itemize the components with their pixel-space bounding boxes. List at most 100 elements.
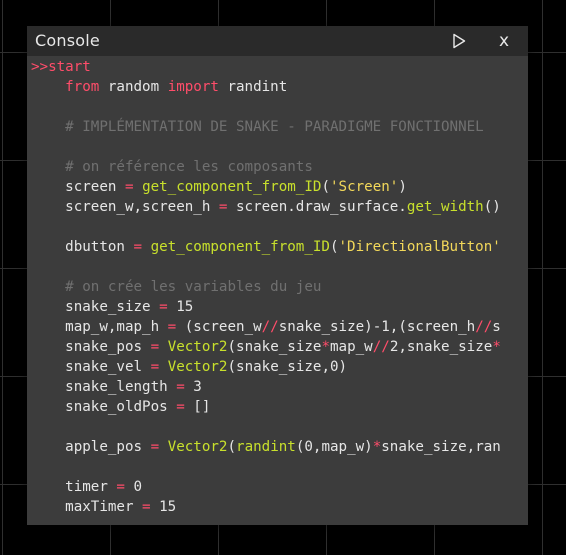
code-token: 3	[184, 379, 202, 395]
code-token: screen_w,screen_h	[31, 199, 219, 215]
play-icon	[453, 33, 466, 49]
code-token: (screen_w	[176, 319, 262, 335]
console-title: Console	[35, 31, 100, 50]
code-token: map_w	[330, 339, 373, 355]
code-line: screen_w,screen_h = screen.draw_surface.…	[27, 197, 528, 217]
code-token: import	[167, 79, 219, 95]
code-line: snake_length = 3	[27, 377, 528, 397]
code-token: Vector2	[167, 339, 228, 355]
code-token: =	[133, 239, 143, 255]
code-token: 'DirectionalButton'	[338, 239, 501, 255]
code-line: apple_pos = Vector2(randint(0,map_w)*sna…	[27, 437, 528, 457]
code-token: *	[372, 439, 382, 455]
code-token: =	[124, 179, 134, 195]
code-token: >>start	[31, 59, 91, 75]
run-button[interactable]	[450, 32, 468, 50]
code-token: # IMPLÉMENTATION DE SNAKE - PARADIGME FO…	[65, 119, 484, 135]
code-token: from	[65, 79, 100, 95]
code-token: Vector2	[167, 439, 228, 455]
code-line: snake_oldPos = []	[27, 397, 528, 417]
canvas-background: Console x >>start from random import ran…	[0, 0, 566, 555]
code-line: from random import randint	[27, 77, 528, 97]
code-token: randint	[218, 79, 288, 95]
code-line: # on référence les composants	[27, 157, 528, 177]
code-token: 15	[167, 299, 194, 315]
code-token: =	[176, 379, 185, 395]
code-token: )	[398, 179, 407, 195]
code-token: screen.draw_surface.	[227, 199, 407, 215]
code-line: snake_pos = Vector2(snake_size*map_w//2,…	[27, 337, 528, 357]
code-token: 'Screen'	[329, 179, 399, 195]
code-token: =	[142, 499, 151, 515]
console-window[interactable]: Console x >>start from random import ran…	[27, 26, 528, 525]
close-icon: x	[498, 31, 510, 51]
code-token: 2,snake_size	[389, 339, 493, 355]
code-token: //	[261, 319, 279, 335]
code-token: =	[150, 359, 160, 375]
code-token: //	[475, 319, 493, 335]
code-token: random	[99, 79, 168, 95]
code-line: snake_size = 15	[27, 297, 528, 317]
code-line: dbutton = get_component_from_ID('Directi…	[27, 237, 528, 257]
code-token: snake_vel	[31, 359, 151, 375]
code-line: maxTimer = 15	[27, 497, 528, 517]
code-token: # on crée les variables du jeu	[65, 279, 322, 295]
code-line: timer = 0	[27, 477, 528, 497]
code-token: snake_size	[31, 299, 160, 315]
code-token: (	[321, 179, 330, 195]
code-token: apple_pos	[31, 439, 151, 455]
code-token: snake_size)-1,(screen_h	[278, 319, 476, 335]
code-token: 15	[150, 499, 177, 515]
code-line: screen = get_component_from_ID('Screen')	[27, 177, 528, 197]
code-token: //	[372, 339, 390, 355]
code-token: get_component_from_ID	[150, 239, 330, 255]
code-token: =	[159, 299, 168, 315]
code-token: randint	[236, 439, 296, 455]
code-token: (0,map_w)	[295, 439, 373, 455]
code-token: *	[492, 339, 501, 355]
code-line: >>start	[27, 57, 528, 77]
close-button[interactable]: x	[494, 29, 514, 53]
code-token: get_width	[406, 199, 484, 215]
code-token: s	[492, 319, 501, 335]
code-line: # on crée les variables du jeu	[27, 277, 528, 297]
code-token: get_component_from_ID	[142, 179, 322, 195]
code-token: snake_oldPos	[31, 399, 177, 415]
code-token: =	[176, 399, 185, 415]
code-token: snake_pos	[31, 339, 151, 355]
code-token: screen	[31, 179, 125, 195]
code-line: # IMPLÉMENTATION DE SNAKE - PARADIGME FO…	[27, 117, 528, 137]
code-token: (snake_size,0)	[227, 359, 348, 375]
code-token: 0	[124, 479, 143, 495]
code-token: =	[150, 339, 160, 355]
code-token: *	[321, 339, 330, 355]
code-line: snake_vel = Vector2(snake_size,0)	[27, 357, 528, 377]
code-token: (	[227, 439, 237, 455]
code-token: timer	[31, 479, 117, 495]
code-token: dbutton	[31, 239, 134, 255]
code-token: =	[116, 479, 125, 495]
code-token: =	[150, 439, 160, 455]
code-token: []	[184, 399, 211, 415]
code-editor[interactable]: >>start from random import randint # IMP…	[27, 56, 528, 525]
code-token: ()	[483, 199, 501, 215]
code-token: map_w,map_h	[31, 319, 168, 335]
code-token: maxTimer	[31, 499, 143, 515]
code-token: snake_length	[31, 379, 177, 395]
console-titlebar[interactable]: Console x	[27, 26, 528, 56]
code-token: =	[167, 319, 177, 335]
